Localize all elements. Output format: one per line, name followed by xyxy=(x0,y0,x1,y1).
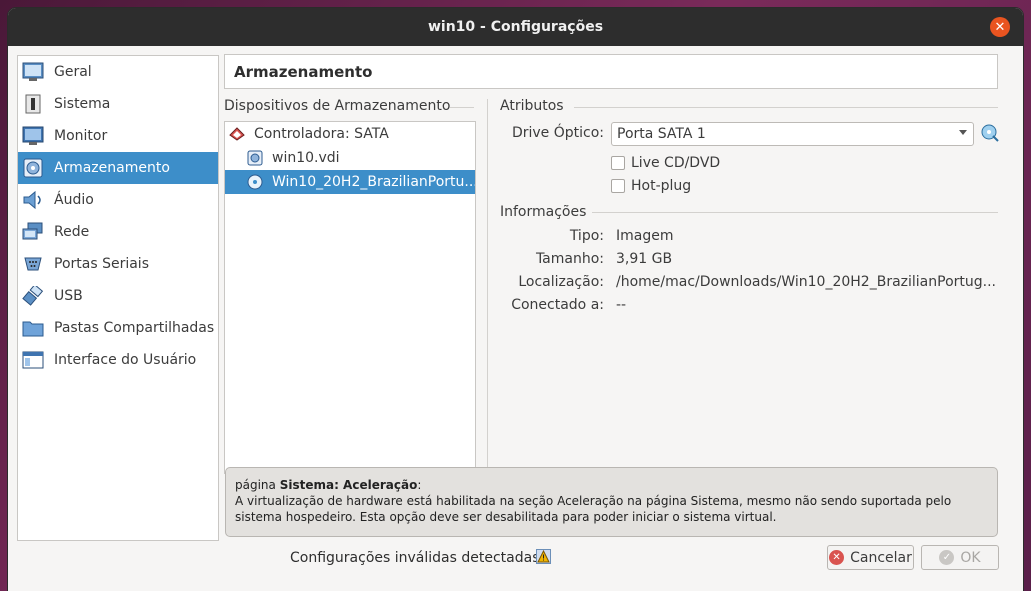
type-value: Imagem xyxy=(616,228,674,244)
status-message: Configurações inválidas detectadas xyxy=(290,550,540,566)
warning-body: A virtualização de hardware está habilit… xyxy=(235,494,952,524)
sidebar-item-label: Interface do Usuário xyxy=(54,352,197,368)
hard-disk-icon xyxy=(247,150,263,166)
chip-icon xyxy=(22,93,44,115)
storage-group-title: Dispositivos de Armazenamento xyxy=(224,98,451,114)
location-value: /home/mac/Downloads/Win10_20H2_Brazilian… xyxy=(616,274,996,290)
attributes-group-title: Atributos xyxy=(500,98,564,114)
hot-plug-label: Hot-plug xyxy=(631,178,692,194)
size-value: 3,91 GB xyxy=(616,251,673,267)
optical-disc-icon xyxy=(247,174,263,190)
live-cd-checkbox[interactable]: Live CD/DVD xyxy=(611,155,720,171)
sidebar-item-label: Áudio xyxy=(54,192,94,208)
sidebar-item-usb[interactable]: USB xyxy=(18,280,218,312)
tree-item-hard-disk[interactable]: win10.vdi xyxy=(225,146,475,170)
warning-prefix: página xyxy=(235,478,280,492)
sidebar-item-label: Pastas Compartilhadas xyxy=(54,320,215,336)
cancel-label: Cancelar xyxy=(850,549,912,566)
drive-select[interactable]: Porta SATA 1 xyxy=(611,122,974,146)
info-group-divider xyxy=(592,212,998,213)
sidebar-item-armazenamento[interactable]: Armazenamento xyxy=(18,152,218,184)
sidebar-item-label: USB xyxy=(54,288,83,304)
live-cd-label: Live CD/DVD xyxy=(631,155,721,171)
storage-tree: Controladora: SATA win10.vdi Win10_20H2_… xyxy=(224,121,476,474)
sidebar-item-sistema[interactable]: Sistema xyxy=(18,88,218,120)
connected-label: Conectado a: xyxy=(511,297,604,313)
drive-label-text: Drive Óptico: xyxy=(511,125,604,141)
usb-icon xyxy=(22,285,44,307)
monitor-icon xyxy=(22,61,44,83)
sidebar-item-portas-seriais[interactable]: Portas Seriais xyxy=(18,248,218,280)
hot-plug-checkbox[interactable]: Hot-plug xyxy=(611,178,691,194)
sidebar-item-audio[interactable]: Áudio xyxy=(18,184,218,216)
pane-splitter[interactable] xyxy=(487,99,488,473)
display-icon xyxy=(22,125,44,147)
sidebar-item-label: Rede xyxy=(54,224,90,240)
tree-item-label: Controladora: SATA xyxy=(254,126,389,142)
optical-disc-search-icon xyxy=(981,124,999,142)
sidebar-item-geral[interactable]: Geral xyxy=(18,56,218,88)
connected-value: -- xyxy=(616,297,627,313)
warning-link: Sistema: Aceleração xyxy=(279,478,418,492)
page-title: Armazenamento xyxy=(224,54,998,89)
window-title: win10 - Configurações xyxy=(427,19,604,35)
cancel-button[interactable]: ✕ Cancelar xyxy=(827,545,914,570)
attributes-group-divider xyxy=(574,107,998,108)
warning-heading: página Sistema: Aceleração: xyxy=(235,477,988,493)
network-icon xyxy=(22,221,44,243)
hot-plug-box[interactable] xyxy=(611,179,625,193)
warning-panel: página Sistema: Aceleração: A virtualiza… xyxy=(225,467,998,537)
choose-disk-button[interactable] xyxy=(981,124,999,142)
ok-button[interactable]: ✓ OK xyxy=(921,545,999,570)
sidebar-item-interface-do-usuario[interactable]: Interface do Usuário xyxy=(18,344,218,376)
serial-port-icon xyxy=(22,253,44,275)
sidebar-item-label: Geral xyxy=(54,64,92,80)
controller-icon xyxy=(229,126,245,142)
sidebar-item-label: Armazenamento xyxy=(54,160,170,176)
sidebar-item-label: Sistema xyxy=(54,96,111,112)
info-group-title: Informações xyxy=(500,204,587,220)
chevron-down-icon xyxy=(959,130,967,135)
sidebar-item-label: Monitor xyxy=(54,128,108,144)
sidebar-item-pastas-compartilhadas[interactable]: Pastas Compartilhadas xyxy=(18,312,218,344)
tree-item-controller[interactable]: Controladora: SATA xyxy=(225,122,475,146)
ok-icon: ✓ xyxy=(939,550,955,565)
size-label: Tamanho: xyxy=(535,251,604,267)
close-icon: ✕ xyxy=(994,19,1006,35)
window-icon xyxy=(22,349,44,371)
cancel-icon: ✕ xyxy=(829,550,845,565)
warning-suffix: : xyxy=(417,478,422,492)
drive-select-value: Porta SATA 1 xyxy=(617,126,706,142)
ok-label: OK xyxy=(960,549,981,566)
settings-sidebar: Geral Sistema Monitor Armazenamento Áudi… xyxy=(17,55,219,541)
disk-icon xyxy=(22,157,44,179)
sidebar-item-rede[interactable]: Rede xyxy=(18,216,218,248)
type-label: Tipo: xyxy=(569,228,604,244)
drive-label: Drive Óptico: xyxy=(500,125,604,141)
location-label: Localização: xyxy=(518,274,604,290)
live-cd-box[interactable] xyxy=(611,156,625,170)
speaker-icon xyxy=(22,189,44,211)
close-button[interactable]: ✕ xyxy=(990,17,1010,37)
tree-item-label: Win10_20H2_BrazilianPortu... xyxy=(272,174,475,190)
sidebar-item-label: Portas Seriais xyxy=(54,256,149,272)
warning-icon[interactable] xyxy=(536,549,551,564)
tree-item-optical-disc[interactable]: Win10_20H2_BrazilianPortu... xyxy=(225,170,475,194)
tree-item-label: win10.vdi xyxy=(272,150,340,166)
settings-window: win10 - Configurações ✕ Geral Sistema Mo… xyxy=(8,8,1023,591)
storage-group-divider xyxy=(450,107,474,108)
sidebar-item-monitor[interactable]: Monitor xyxy=(18,120,218,152)
title-bar: win10 - Configurações ✕ xyxy=(8,8,1023,46)
folder-icon xyxy=(22,317,44,339)
